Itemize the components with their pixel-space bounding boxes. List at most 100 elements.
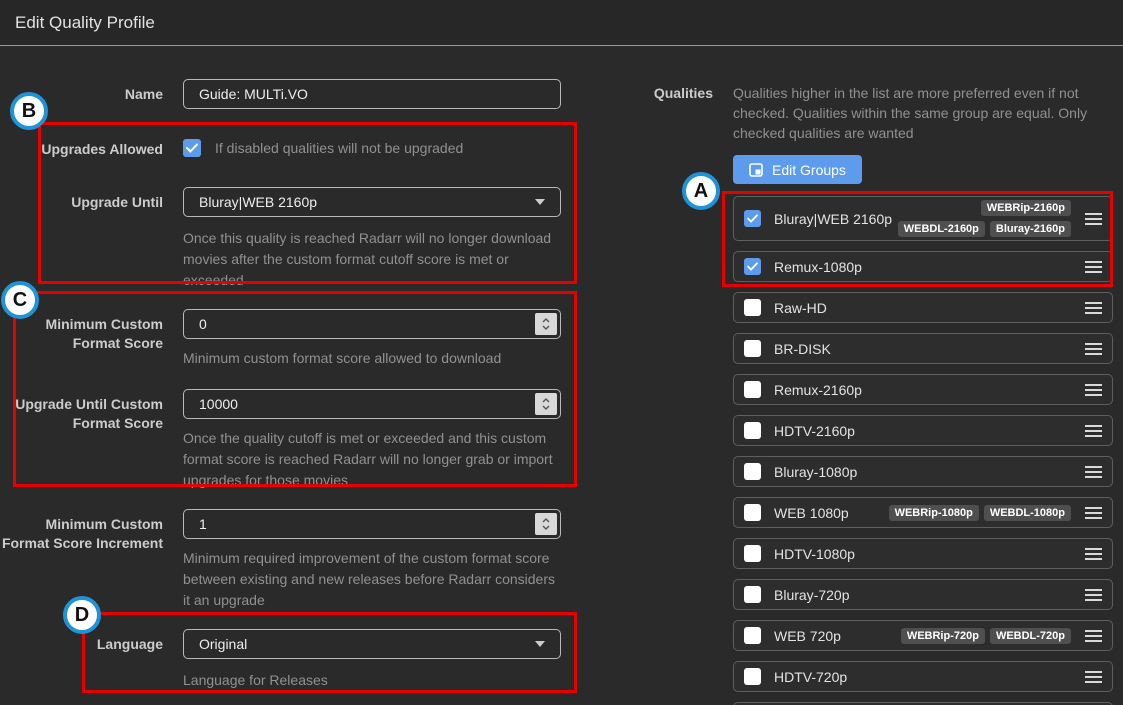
page-title: Edit Quality Profile xyxy=(15,13,155,33)
chevron-down-icon xyxy=(535,641,545,647)
form-row-min-custom-format-score: Minimum Custom Format Score Minimum cust… xyxy=(0,309,600,369)
form-row-name: Name xyxy=(0,79,600,109)
quality-list-item[interactable]: WEB 1080p WEBRip-1080pWEBDL-1080p xyxy=(733,497,1113,528)
quality-checkbox[interactable] xyxy=(744,210,761,227)
upgrade-until-select[interactable]: Bluray|WEB 2160p xyxy=(183,187,561,217)
quality-tag-badge: WEBRip-720p xyxy=(901,628,985,644)
quality-checkbox[interactable] xyxy=(744,381,761,398)
uu-cfs-help: Once the quality cutoff is met or exceed… xyxy=(183,428,561,491)
quality-checkbox[interactable] xyxy=(744,627,761,644)
quality-tag-badge: Bluray-2160p xyxy=(990,221,1071,237)
uu-cfs-input[interactable] xyxy=(183,389,561,419)
drag-handle-icon[interactable] xyxy=(1085,507,1102,519)
quality-item-label: Bluray-720p xyxy=(774,587,850,603)
quality-list-item[interactable]: Raw-HD xyxy=(733,292,1113,323)
quality-tag-badge: WEBDL-1080p xyxy=(984,505,1071,521)
qualities-list: Bluray|WEB 2160p WEBRip-2160p WEBDL-2160p… xyxy=(733,196,1113,705)
quality-item-label: Raw-HD xyxy=(774,300,827,316)
drag-handle-icon[interactable] xyxy=(1085,425,1102,437)
qualities-header: Qualities Qualities higher in the list a… xyxy=(600,83,1123,143)
quality-tag-badge: WEBRip-2160p xyxy=(981,200,1071,216)
quality-item-label: Remux-1080p xyxy=(774,259,862,275)
name-label: Name xyxy=(0,79,163,109)
quality-item-label: WEB 720p xyxy=(774,628,841,644)
language-label: Language xyxy=(0,629,163,691)
quality-item-label: BR-DISK xyxy=(774,341,831,357)
language-select[interactable]: Original xyxy=(183,629,561,659)
quality-tag-badge: WEBRip-1080p xyxy=(889,505,979,521)
ungroup-icon xyxy=(749,163,763,177)
upgrades-allowed-checkbox[interactable] xyxy=(183,139,201,157)
quality-list-item[interactable]: HDTV-1080p xyxy=(733,538,1113,569)
drag-handle-icon[interactable] xyxy=(1085,589,1102,601)
number-spinner-icon[interactable] xyxy=(535,313,557,335)
quality-list-item[interactable]: Bluray-720p xyxy=(733,579,1113,610)
cfs-increment-input[interactable] xyxy=(183,509,561,539)
number-spinner-icon[interactable] xyxy=(535,513,557,535)
quality-tag-badge: WEBDL-2160p xyxy=(898,221,985,237)
quality-item-label: HDTV-720p xyxy=(774,669,847,685)
quality-checkbox[interactable] xyxy=(744,258,761,275)
quality-checkbox[interactable] xyxy=(744,504,761,521)
drag-handle-icon[interactable] xyxy=(1085,343,1102,355)
upgrades-allowed-help: If disabled qualities will not be upgrad… xyxy=(215,140,463,156)
form-row-language: Language Original Language for Releases xyxy=(0,629,600,691)
language-value: Original xyxy=(199,636,247,652)
language-help: Language for Releases xyxy=(183,670,561,691)
upgrade-until-help: Once this quality is reached Radarr will… xyxy=(183,228,561,291)
check-icon xyxy=(747,262,758,271)
cfs-increment-label: Minimum Custom Format Score Increment xyxy=(0,509,163,611)
quality-list-item[interactable]: Bluray|WEB 2160p WEBRip-2160p WEBDL-2160p… xyxy=(733,196,1113,241)
quality-checkbox[interactable] xyxy=(744,422,761,439)
upgrade-until-label: Upgrade Until xyxy=(0,187,163,291)
quality-checkbox[interactable] xyxy=(744,299,761,316)
qualities-description: Qualities higher in the list are more pr… xyxy=(733,83,1115,143)
quality-item-label: HDTV-1080p xyxy=(774,546,855,562)
quality-checkbox[interactable] xyxy=(744,340,761,357)
drag-handle-icon[interactable] xyxy=(1085,261,1102,273)
drag-handle-icon[interactable] xyxy=(1085,302,1102,314)
drag-handle-icon[interactable] xyxy=(1085,630,1102,642)
form-row-min-cfs-increment: Minimum Custom Format Score Increment Mi… xyxy=(0,509,600,611)
upgrade-until-value: Bluray|WEB 2160p xyxy=(199,194,317,210)
name-input[interactable] xyxy=(183,79,561,109)
upgrades-allowed-label: Upgrades Allowed xyxy=(0,139,163,159)
quality-tags: WEBRip-2160p WEBDL-2160p Bluray-2160p xyxy=(892,200,1071,237)
number-spinner-icon[interactable] xyxy=(535,393,557,415)
form-row-upgrade-until-custom-format-score: Upgrade Until Custom Format Score Once t… xyxy=(0,389,600,491)
quality-checkbox[interactable] xyxy=(744,668,761,685)
quality-list-item[interactable]: Remux-1080p xyxy=(733,251,1113,282)
quality-list-item[interactable]: WEB 720p WEBRip-720p WEBDL-720p xyxy=(733,620,1113,651)
chevron-down-icon xyxy=(535,199,545,205)
drag-handle-icon[interactable] xyxy=(1085,466,1102,478)
quality-list-item[interactable]: Bluray-1080p xyxy=(733,456,1113,487)
annotation-badge-a: A xyxy=(682,172,720,210)
quality-tags: WEBRip-1080p WEBDL-1080p xyxy=(889,505,1071,521)
quality-list-item[interactable]: Remux-2160p xyxy=(733,374,1113,405)
min-cfs-input[interactable] xyxy=(183,309,561,339)
quality-checkbox[interactable] xyxy=(744,545,761,562)
quality-list-item[interactable]: BR-DISK xyxy=(733,333,1113,364)
edit-groups-button[interactable]: Edit Groups xyxy=(733,155,862,184)
check-icon xyxy=(186,143,198,153)
drag-handle-icon[interactable] xyxy=(1085,671,1102,683)
modal-header: Edit Quality Profile xyxy=(0,0,1123,46)
quality-tag-badge: WEBDL-720p xyxy=(990,628,1071,644)
drag-handle-icon[interactable] xyxy=(1085,384,1102,396)
quality-item-label: Bluray-1080p xyxy=(774,464,857,480)
drag-handle-icon[interactable] xyxy=(1085,548,1102,560)
min-cfs-label: Minimum Custom Format Score xyxy=(0,309,163,369)
quality-item-label: Bluray|WEB 2160p xyxy=(774,211,892,227)
quality-item-label: Remux-2160p xyxy=(774,382,862,398)
edit-groups-label: Edit Groups xyxy=(772,162,846,178)
form-row-upgrade-until: Upgrade Until Bluray|WEB 2160p Once this… xyxy=(0,187,600,291)
quality-list-item[interactable]: HDTV-720p xyxy=(733,661,1113,692)
quality-item-label: HDTV-2160p xyxy=(774,423,855,439)
min-cfs-help: Minimum custom format score allowed to d… xyxy=(183,348,561,369)
quality-tags: WEBRip-720p WEBDL-720p xyxy=(901,628,1071,644)
quality-checkbox[interactable] xyxy=(744,463,761,480)
check-icon xyxy=(747,214,758,223)
drag-handle-icon[interactable] xyxy=(1085,213,1102,225)
quality-list-item[interactable]: HDTV-2160p xyxy=(733,415,1113,446)
quality-checkbox[interactable] xyxy=(744,586,761,603)
